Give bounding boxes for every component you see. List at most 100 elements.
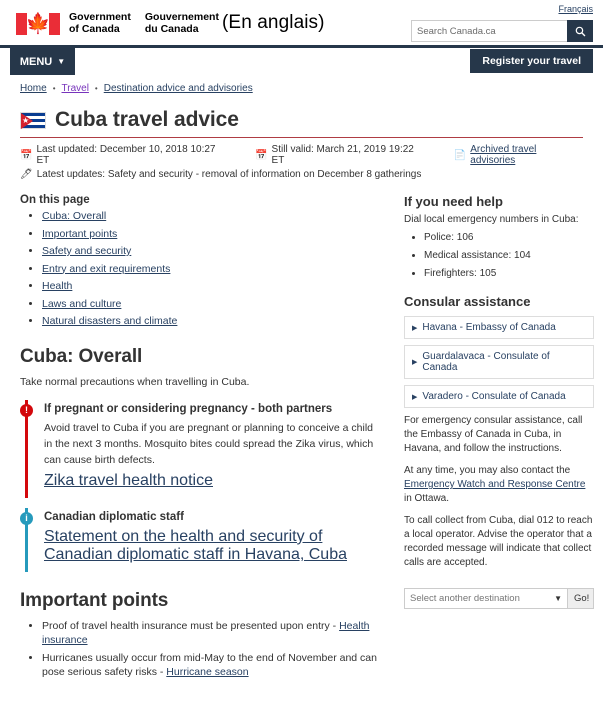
menu-button-label: MENU <box>19 55 53 68</box>
if-you-need-help-heading: If you need help <box>404 194 503 209</box>
alert-pregnancy: ! If pregnant or considering pregnancy -… <box>20 400 384 498</box>
toc-link-laws-and-culture[interactable]: Laws and culture <box>42 298 121 310</box>
wordmark-en-line2: of Canada <box>69 22 120 35</box>
menu-button[interactable]: MENU ▼ <box>10 48 75 75</box>
search-icon <box>575 26 585 36</box>
wordmark-en-line1: Government <box>69 11 131 23</box>
important-points-list: Proof of travel health insurance must be… <box>20 619 384 679</box>
accordion-label: Havana - Embassy of Canada <box>422 322 556 333</box>
toc-link-safety-and-security[interactable]: Safety and security <box>42 245 131 257</box>
content-columns: On this page Cuba: Overall Important poi… <box>0 180 603 682</box>
info-circle-icon: i <box>20 512 33 525</box>
main-content: On this page Cuba: Overall Important poi… <box>20 194 384 682</box>
list-item: Natural disasters and climate <box>42 314 384 328</box>
triangle-right-icon: ▶ <box>412 359 418 366</box>
page-metadata: 📅 Last updated: December 10, 2018 10:27 … <box>20 144 583 166</box>
list-item: Important points <box>42 227 384 241</box>
document-icon: 📄 <box>453 149 467 161</box>
on-this-page-heading: On this page <box>20 194 90 206</box>
register-travel-button[interactable]: Register your travel <box>470 49 593 73</box>
calendar-check-icon: 📅 <box>255 149 268 161</box>
title-row: ★ Cuba travel advice <box>20 108 583 138</box>
destination-select[interactable]: Select another destination ▼ <box>404 588 568 609</box>
list-item: Hurricanes usually occur from mid-May to… <box>42 651 384 679</box>
list-item: Safety and security <box>42 244 384 258</box>
page-header: ★ Cuba travel advice 📅 Last updated: Dec… <box>0 94 603 180</box>
ewrc-paragraph: At any time, you may also contact the Em… <box>404 464 594 506</box>
chevron-down-icon: ▼ <box>554 594 562 603</box>
collect-call-paragraph: To call collect from Cuba, dial 012 to r… <box>404 515 593 568</box>
accordion-label: Varadero - Consulate of Canada <box>422 391 566 402</box>
destination-selector: Select another destination ▼ Go! <box>404 588 594 609</box>
archived-advisories-link[interactable]: Archived travel advisories <box>470 144 583 166</box>
language-toggle-link[interactable]: Français <box>558 4 593 14</box>
wordmark-fr-line1: Gouvernement <box>144 11 219 23</box>
important-points-heading: Important points <box>20 590 169 611</box>
breadcrumb-item-travel[interactable]: Travel <box>62 83 89 94</box>
breadcrumb-separator: • <box>94 84 98 93</box>
search-button[interactable] <box>567 20 593 42</box>
still-valid-text: Still valid: March 21, 2019 19:22 ET <box>271 144 414 166</box>
page-annotation: (En anglais) <box>222 12 325 33</box>
list-item: Cuba: Overall <box>42 209 384 223</box>
list-item: Medical assistance: 104 <box>424 248 594 263</box>
breadcrumb-item-destination-advice[interactable]: Destination advice and advisories <box>104 83 253 94</box>
cuba-overall-intro: Take normal precautions when travelling … <box>20 376 250 388</box>
accordion-varadero-consulate[interactable]: ▶ Varadero - Consulate of Canada <box>404 385 594 408</box>
page-title: Cuba travel advice <box>55 108 239 131</box>
accordion-label: Guardalavaca - Consulate of Canada <box>422 351 550 373</box>
ewrc-post-text: in Ottawa. <box>404 493 450 504</box>
alert-pregnancy-title: If pregnant or considering pregnancy - b… <box>44 403 333 415</box>
ewrc-pre-text: At any time, you may also contact the <box>404 465 571 476</box>
toc-link-health[interactable]: Health <box>42 280 72 292</box>
toc-link-entry-and-exit[interactable]: Entry and exit requirements <box>42 263 170 275</box>
menu-bar: MENU ▼ Register your travel <box>0 48 603 75</box>
hurricane-season-link[interactable]: Hurricane season <box>166 666 248 678</box>
triangle-right-icon: ▶ <box>412 393 418 401</box>
destination-go-button[interactable]: Go! <box>568 588 594 609</box>
destination-select-value: Select another destination <box>410 593 520 604</box>
alert-exclamation-icon: ! <box>20 404 33 417</box>
list-item: Health <box>42 279 384 293</box>
list-item: Entry and exit requirements <box>42 262 384 276</box>
list-item: Firefighters: 105 <box>424 266 594 281</box>
alert-diplomatic-staff-title: Canadian diplomatic staff <box>44 511 184 523</box>
important-point-text: Proof of travel health insurance must be… <box>42 620 340 632</box>
sidebar: If you need help Dial local emergency nu… <box>404 194 594 682</box>
pencil-icon: 🖊 <box>20 169 33 180</box>
wordmark-fr-line2: du Canada <box>144 22 199 35</box>
zika-travel-health-notice-link[interactable]: Zika travel health notice <box>44 472 213 489</box>
breadcrumb-item-home[interactable]: Home <box>20 83 47 94</box>
chevron-down-icon: ▼ <box>57 57 66 66</box>
last-updated-text: Last updated: December 10, 2018 10:27 ET <box>36 144 216 166</box>
still-valid-meta: 📅 Still valid: March 21, 2019 19:22 ET <box>255 144 428 166</box>
calendar-icon: 📅 <box>20 149 33 161</box>
goc-brand: 🍁 Government of Canada Gouvernement du C… <box>16 11 219 35</box>
emergency-numbers-list: Police: 106 Medical assistance: 104 Fire… <box>404 230 594 281</box>
list-item: Proof of travel health insurance must be… <box>42 619 384 647</box>
breadcrumb: Home • Travel • Destination advice and a… <box>0 75 603 94</box>
archived-advisories-meta: 📄 Archived travel advisories <box>454 144 583 166</box>
triangle-right-icon: ▶ <box>412 324 418 332</box>
accordion-havana-embassy[interactable]: ▶ Havana - Embassy of Canada <box>404 316 594 339</box>
list-item: Police: 106 <box>424 230 594 245</box>
search-input[interactable] <box>411 20 567 42</box>
dial-intro-text: Dial local emergency numbers in Cuba: <box>404 214 579 225</box>
latest-updates-text: Latest updates: Safety and security - re… <box>36 169 422 180</box>
list-item: Laws and culture <box>42 297 384 311</box>
diplomatic-staff-statement-link[interactable]: Statement on the health and security of … <box>44 528 347 563</box>
goc-wordmark: Government of Canada Gouvernement du Can… <box>69 11 219 35</box>
cuba-flag-icon: ★ <box>20 111 46 129</box>
site-search <box>411 20 593 42</box>
alert-pregnancy-body: Avoid travel to Cuba if you are pregnant… <box>44 422 374 466</box>
emergency-watch-response-centre-link[interactable]: Emergency Watch and Response Centre <box>404 479 585 490</box>
latest-updates-meta: 🖊 Latest updates: Safety and security - … <box>20 169 583 180</box>
consular-assistance-heading: Consular assistance <box>404 294 531 309</box>
site-header: Français 🍁 Government of Canada Gouverne… <box>0 0 603 48</box>
toc-link-important-points[interactable]: Important points <box>42 228 117 240</box>
toc-link-natural-disasters[interactable]: Natural disasters and climate <box>42 315 177 327</box>
alert-diplomatic-staff: i Canadian diplomatic staff Statement on… <box>20 508 384 572</box>
toc-link-cuba-overall[interactable]: Cuba: Overall <box>42 210 106 222</box>
canada-flag-icon: 🍁 <box>16 12 60 35</box>
accordion-guardalavaca-consulate[interactable]: ▶ Guardalavaca - Consulate of Canada <box>404 345 594 379</box>
